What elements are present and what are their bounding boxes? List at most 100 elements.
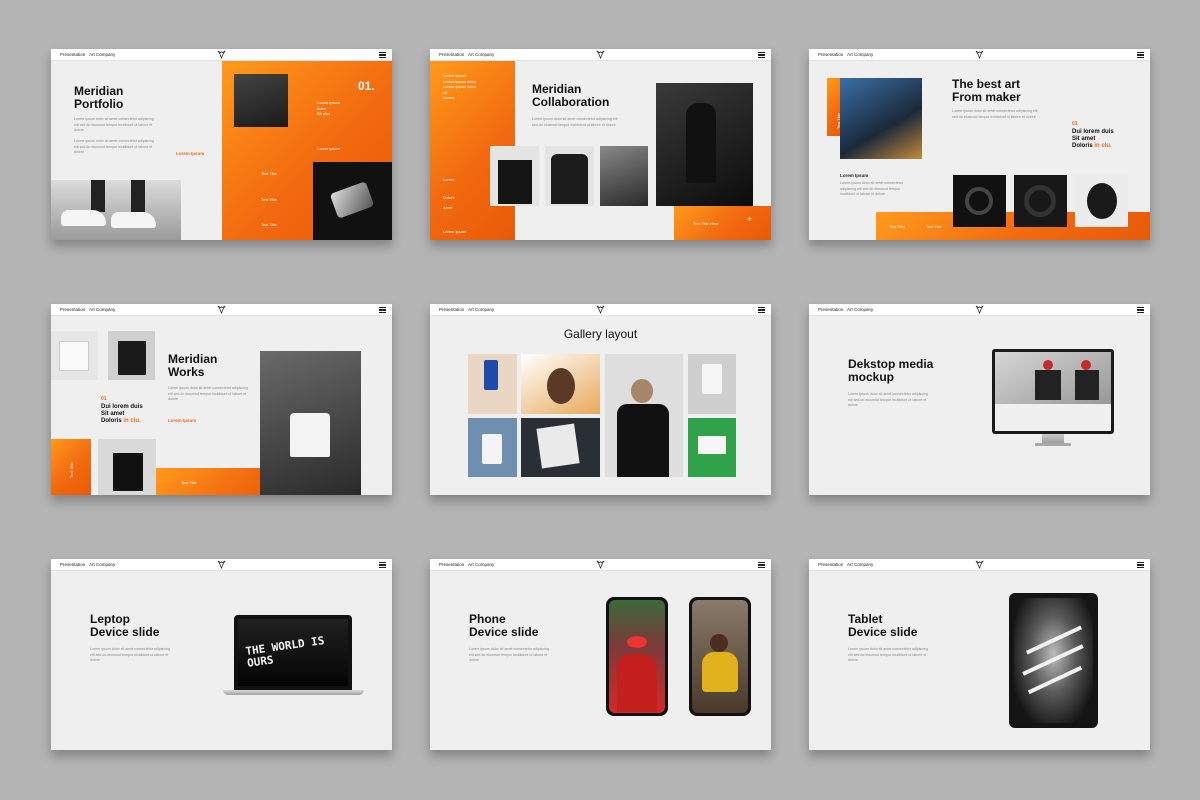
- bar-label: Text Title: [181, 480, 197, 485]
- slide-number: 01.: [358, 79, 375, 93]
- body-text: Lorem ipsum dolor sit amet consectetur a…: [90, 647, 170, 662]
- body-text: Lorem ipsum dolor sit amet consectetur a…: [469, 647, 549, 662]
- tablet-screen-photo: [1014, 598, 1093, 723]
- hamburger-menu-icon[interactable]: [379, 52, 386, 59]
- cta-bar[interactable]: [674, 206, 771, 240]
- deer-head-icon: [975, 560, 984, 569]
- slide-topbar: Presentation Art Company: [51, 304, 392, 316]
- slide-works[interactable]: Presentation Art Company 01 Dui lorem du…: [51, 304, 392, 495]
- slide-number: 01: [101, 396, 107, 402]
- slide-topbar: Presentation Art Company: [430, 49, 771, 61]
- slide-title: Dekstop media mockup: [848, 357, 934, 384]
- text-title: Text Title: [261, 171, 277, 176]
- slide-laptop[interactable]: Presentation Art Company Leptop Device s…: [51, 559, 392, 750]
- gallery-phone-photo: [468, 354, 517, 414]
- phone-mockup-1: [606, 597, 668, 716]
- bar-tab[interactable]: Text Title: [889, 224, 905, 230]
- slide-title: Tablet Device slide: [848, 612, 918, 639]
- hamburger-menu-icon[interactable]: [1137, 562, 1144, 569]
- hamburger-menu-icon[interactable]: [1137, 52, 1144, 59]
- deer-head-icon: [596, 50, 605, 59]
- body-text: Lorem ipsum dolor sit amet consectetur a…: [74, 139, 154, 154]
- bullet-text: Dui lorem duis Sit amet Doloris in ciu.: [101, 404, 143, 424]
- deer-head-icon: [217, 50, 226, 59]
- deer-head-icon: [975, 50, 984, 59]
- text-title: Text Title: [261, 222, 277, 227]
- presentation-label: Presentation: [60, 307, 86, 312]
- slide-number: 01: [1072, 121, 1078, 127]
- slide-title: Phone Device slide: [469, 612, 539, 639]
- slide-desktop[interactable]: Presentation Art Company Dekstop media m…: [809, 304, 1150, 495]
- lorem-link[interactable]: Lorem Ipsum: [176, 151, 204, 156]
- shoes-photo: [234, 74, 288, 127]
- bullet-text: Dui lorem duis Sit amet Doloris in ciu.: [1072, 129, 1114, 149]
- sub-label: Lorem Ipsum: [840, 173, 869, 178]
- gallery-coffee-photo: [468, 418, 517, 477]
- gallery-portrait-photo: [521, 354, 600, 414]
- body-text: Lorem ipsum dolor sit amet consectetur a…: [532, 117, 618, 127]
- sidebar-item: Dolors: [443, 195, 455, 200]
- body-text: Lorem ipsum dolor sit amet consectetur a…: [952, 109, 1038, 119]
- slide-best-art[interactable]: Presentation Art Company Text Title Lore…: [809, 49, 1150, 240]
- company-label: Art Company: [89, 562, 116, 567]
- laptop-screen-photo: THE WORLD IS OURS: [238, 619, 348, 686]
- deer-head-icon: [596, 305, 605, 314]
- sidebar-bottom-label: Lorem Ipsum: [443, 229, 467, 234]
- slide-topbar: Presentation Art Company: [430, 559, 771, 571]
- slide-title: Meridian Portfolio: [74, 84, 124, 111]
- slide-gallery[interactable]: Presentation Art Company Gallery layout: [430, 304, 771, 495]
- orange-text: Lorem ipsum dolor Sit plus: [317, 100, 341, 116]
- company-label: Art Company: [847, 562, 874, 567]
- slide-collaboration[interactable]: Presentation Art Company Lorem Ipsum Lor…: [430, 49, 771, 240]
- product-photo: [313, 162, 392, 240]
- phone-screen-photo: [692, 600, 748, 713]
- slide-topbar: Presentation Art Company: [809, 304, 1150, 316]
- sidebar-item: Lorem: [443, 177, 455, 182]
- jacket-photo: [545, 146, 594, 206]
- gallery-man-photo: [605, 354, 683, 477]
- hamburger-menu-icon[interactable]: [379, 307, 386, 314]
- tshirt-wall-photo: [260, 351, 361, 495]
- deer-head-icon: [596, 560, 605, 569]
- slide-topbar: Presentation Art Company: [430, 304, 771, 316]
- deer-head-icon: [217, 560, 226, 569]
- woman-photo: [840, 78, 922, 159]
- sidebar-item: Amet: [443, 205, 453, 210]
- plus-icon[interactable]: +: [747, 215, 752, 223]
- company-label: Art Company: [468, 307, 495, 312]
- person-photo: [600, 146, 648, 206]
- presentation-label: Presentation: [439, 307, 465, 312]
- hamburger-menu-icon[interactable]: [758, 562, 765, 569]
- bar-tab[interactable]: Text Title: [926, 224, 942, 230]
- slide-phone[interactable]: Presentation Art Company Phone Device sl…: [430, 559, 771, 750]
- monitor-screen-photo: [995, 352, 1111, 431]
- hamburger-menu-icon[interactable]: [1137, 307, 1144, 314]
- hamburger-menu-icon[interactable]: [379, 562, 386, 569]
- monitor-base: [1035, 443, 1071, 446]
- company-label: Art Company: [89, 307, 116, 312]
- body-text: Lorem ipsum dolor sit amet consectetur a…: [840, 181, 903, 196]
- headphones-photo: [1075, 175, 1128, 227]
- bag-photo: [98, 439, 156, 495]
- slide-tablet[interactable]: Presentation Art Company Tablet Device s…: [809, 559, 1150, 750]
- slide-portfolio[interactable]: Presentation Art Company Meridian Portfo…: [51, 49, 392, 240]
- headphones-photo: [1014, 175, 1067, 227]
- phone-screen-photo: [609, 600, 665, 713]
- hamburger-menu-icon[interactable]: [758, 307, 765, 314]
- slide-topbar: Presentation Art Company: [809, 49, 1150, 61]
- company-label: Art Company: [468, 562, 495, 567]
- slide-topbar: Presentation Art Company: [51, 49, 392, 61]
- laptop-screen: THE WORLD IS OURS: [234, 615, 352, 690]
- headphones-photo: [953, 175, 1006, 227]
- gallery-cup-photo: [688, 354, 736, 414]
- tote-bag-photo: [108, 331, 155, 380]
- slide-title: The best art From maker: [952, 77, 1021, 104]
- text-title: Text Title: [261, 197, 277, 202]
- slide-topbar: Presentation Art Company: [809, 559, 1150, 571]
- lorem-link[interactable]: Lorem Ipsum: [168, 418, 196, 423]
- sneakers-photo: [51, 180, 181, 240]
- cta-label[interactable]: Text Title Here: [693, 221, 719, 227]
- hamburger-menu-icon[interactable]: [758, 52, 765, 59]
- presentation-label: Presentation: [60, 562, 86, 567]
- shirt-photo: [51, 331, 98, 380]
